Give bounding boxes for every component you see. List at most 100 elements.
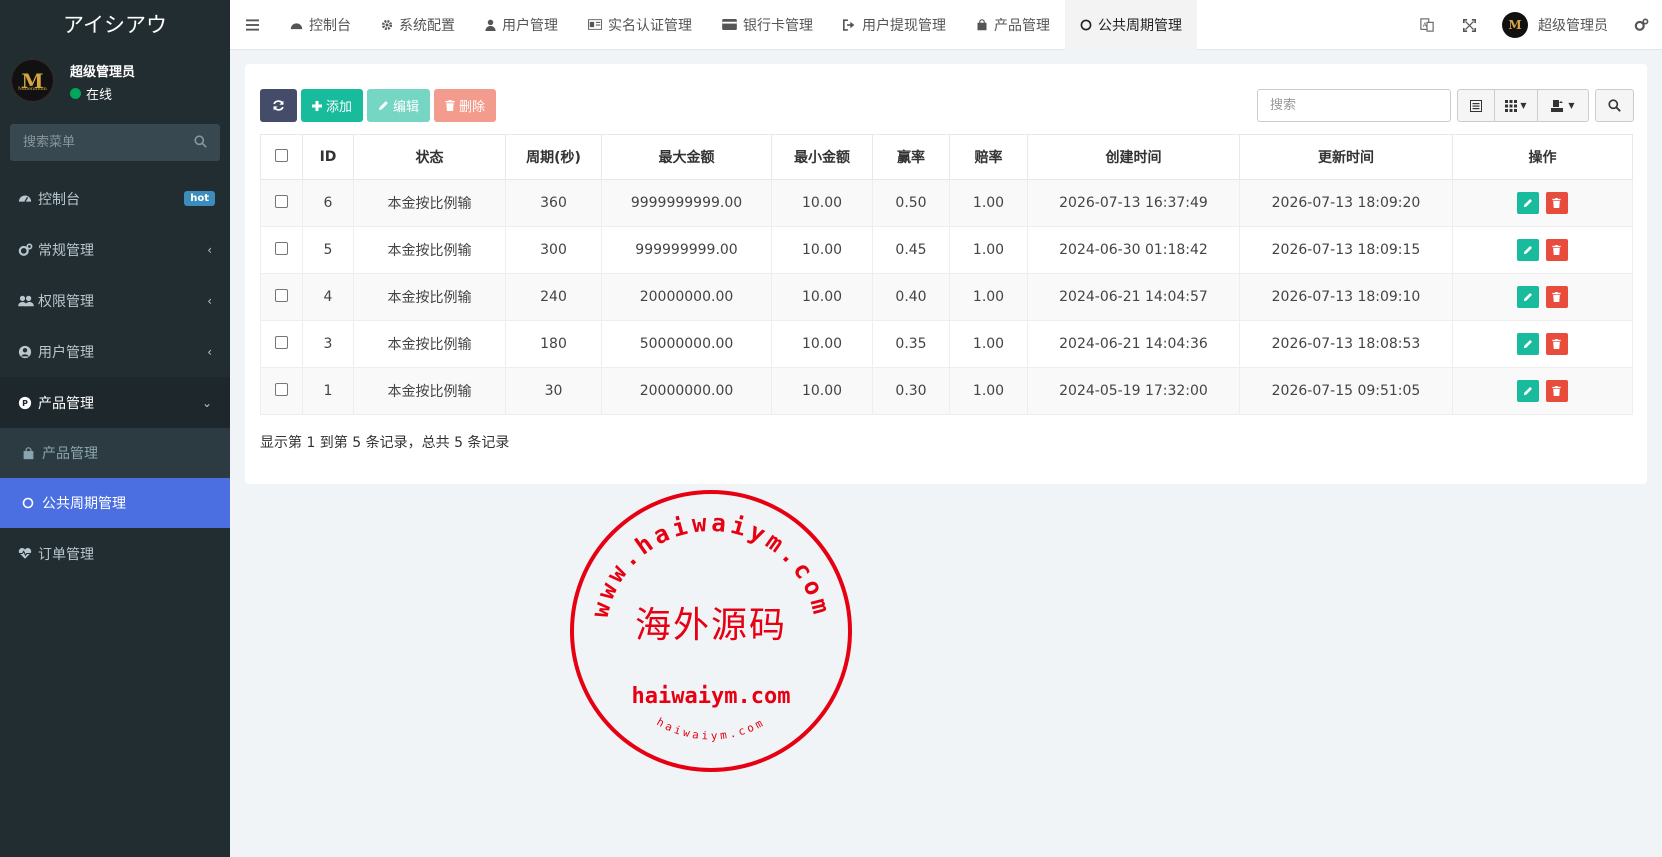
columns-button[interactable]: ▼ [1495, 89, 1538, 122]
tab-bank-card[interactable]: 银行卡管理 [707, 0, 828, 50]
pencil-icon [378, 100, 389, 111]
chevron-left-icon: ‹ [207, 344, 212, 359]
trash-icon [445, 100, 455, 111]
table-search-input[interactable] [1257, 89, 1451, 122]
svg-text:P: P [22, 399, 28, 408]
row-delete-button[interactable] [1545, 192, 1568, 214]
translate-icon[interactable]: A [1406, 18, 1448, 32]
col-min-amount[interactable]: 最小金额 [771, 134, 873, 180]
cell-id: 6 [302, 179, 354, 227]
group-icon [18, 294, 38, 308]
svg-text:haiwaiym.com: haiwaiym.com [632, 684, 791, 709]
col-id[interactable]: ID [302, 134, 354, 180]
caret-down-icon: ▼ [1568, 101, 1575, 110]
pagination-info: 显示第 1 到第 5 条记录，总共 5 条记录 [260, 435, 510, 451]
col-status[interactable]: 状态 [353, 134, 506, 180]
sidebar-submenu: 产品管理 公共周期管理 [0, 428, 230, 528]
row-delete-button[interactable] [1545, 239, 1568, 261]
row-edit-button[interactable] [1517, 239, 1540, 261]
cell-min-amount: 10.00 [771, 273, 873, 321]
cell-actions [1452, 273, 1633, 321]
edit-button[interactable]: 编辑 [367, 89, 431, 122]
tab-system-config[interactable]: 系统配置 [366, 0, 470, 50]
cell-win-rate: 0.35 [872, 320, 950, 368]
sidebar-item-orders[interactable]: 订单管理 [0, 528, 230, 579]
pencil-icon [1524, 340, 1533, 349]
svg-text:haiwaiym.com: haiwaiym.com [654, 715, 767, 742]
cell-id: 1 [302, 367, 354, 415]
col-max-amount[interactable]: 最大金额 [601, 134, 772, 180]
circle-icon [22, 497, 42, 509]
row-edit-button[interactable] [1517, 380, 1540, 402]
cell-actions [1452, 320, 1633, 368]
cell-max-amount: 999999999.00 [601, 226, 772, 274]
col-odds[interactable]: 赔率 [949, 134, 1028, 180]
row-edit-button[interactable] [1517, 286, 1540, 308]
hot-badge: hot [184, 191, 215, 206]
cell-win-rate: 0.50 [872, 179, 950, 227]
sidebar-item-dashboard[interactable]: 控制台 hot [0, 173, 230, 224]
row-checkbox[interactable] [275, 288, 288, 302]
sidebar-subitem-public-period[interactable]: 公共周期管理 [0, 478, 230, 528]
search-button[interactable] [1595, 89, 1634, 122]
list-alt-icon [1470, 99, 1482, 112]
avatar: M [1502, 12, 1528, 38]
cell-updated-at: 2026-07-15 09:51:05 [1239, 367, 1453, 415]
trash-icon [1552, 339, 1561, 349]
cell-status: 本金按比例输 [353, 320, 506, 368]
row-delete-button[interactable] [1545, 286, 1568, 308]
menu-toggle-icon[interactable] [230, 18, 275, 31]
cell-status: 本金按比例输 [353, 179, 506, 227]
admin-user-menu[interactable]: M 超级管理员 [1490, 12, 1620, 38]
cell-actions [1452, 367, 1633, 415]
add-button[interactable]: 添加 [301, 89, 364, 122]
row-checkbox[interactable] [275, 335, 288, 349]
caret-down-icon: ▼ [1520, 101, 1527, 110]
tab-user-management[interactable]: 用户管理 [470, 0, 573, 50]
row-checkbox[interactable] [275, 382, 288, 396]
refresh-button[interactable] [260, 89, 297, 122]
sidebar-subitem-products[interactable]: 产品管理 [0, 428, 230, 478]
shopping-bag-icon [976, 18, 988, 31]
brand-logo[interactable]: アイシアウ [0, 0, 230, 50]
sidebar-item-users[interactable]: 用户管理 ‹ [0, 326, 230, 377]
col-win-rate[interactable]: 赢率 [872, 134, 950, 180]
col-updated-at[interactable]: 更新时间 [1239, 134, 1453, 180]
settings-gear-icon[interactable] [1620, 18, 1662, 32]
row-edit-button[interactable] [1517, 333, 1540, 355]
sidebar-item-general[interactable]: 常规管理 ‹ [0, 224, 230, 275]
row-checkbox[interactable] [275, 241, 288, 255]
cell-odds: 1.00 [949, 367, 1028, 415]
top-navbar: 控制台 系统配置 用户管理 实名认证管理 银行卡管理 用户提现管理 产品管理 公… [230, 0, 1662, 50]
search-icon[interactable] [194, 135, 207, 152]
tab-products[interactable]: 产品管理 [961, 0, 1065, 50]
cell-max-amount: 9999999999.00 [601, 179, 772, 227]
cell-max-amount: 20000000.00 [601, 367, 772, 415]
row-checkbox[interactable] [275, 194, 288, 208]
cell-updated-at: 2026-07-13 18:08:53 [1239, 320, 1453, 368]
cog-icon [381, 19, 393, 31]
tab-realname-auth[interactable]: 实名认证管理 [573, 0, 707, 50]
pencil-icon [1524, 246, 1533, 255]
sidebar-item-permissions[interactable]: 权限管理 ‹ [0, 275, 230, 326]
tab-public-period[interactable]: 公共周期管理 [1065, 0, 1197, 50]
tab-withdrawal[interactable]: 用户提现管理 [828, 0, 961, 50]
row-edit-button[interactable] [1517, 192, 1540, 214]
col-created-at[interactable]: 创建时间 [1027, 134, 1240, 180]
cell-period: 30 [505, 367, 602, 415]
cell-max-amount: 20000000.00 [601, 273, 772, 321]
tab-dashboard[interactable]: 控制台 [275, 0, 366, 50]
row-delete-button[interactable] [1545, 333, 1568, 355]
row-delete-button[interactable] [1545, 380, 1568, 402]
sidebar-item-products[interactable]: P 产品管理 ⌄ [0, 377, 230, 428]
col-period[interactable]: 周期(秒) [505, 134, 602, 180]
sidebar-search-input[interactable] [10, 124, 180, 161]
cell-odds: 1.00 [949, 320, 1028, 368]
delete-button[interactable]: 删除 [434, 89, 497, 122]
toggle-view-button[interactable] [1457, 89, 1495, 122]
cell-created-at: 2024-06-30 01:18:42 [1027, 226, 1240, 274]
table-toolbar: 添加 编辑 删除 [260, 89, 500, 122]
fullscreen-icon[interactable] [1448, 18, 1490, 32]
export-button[interactable]: ▼ [1538, 89, 1589, 122]
select-all-checkbox[interactable] [275, 148, 288, 162]
